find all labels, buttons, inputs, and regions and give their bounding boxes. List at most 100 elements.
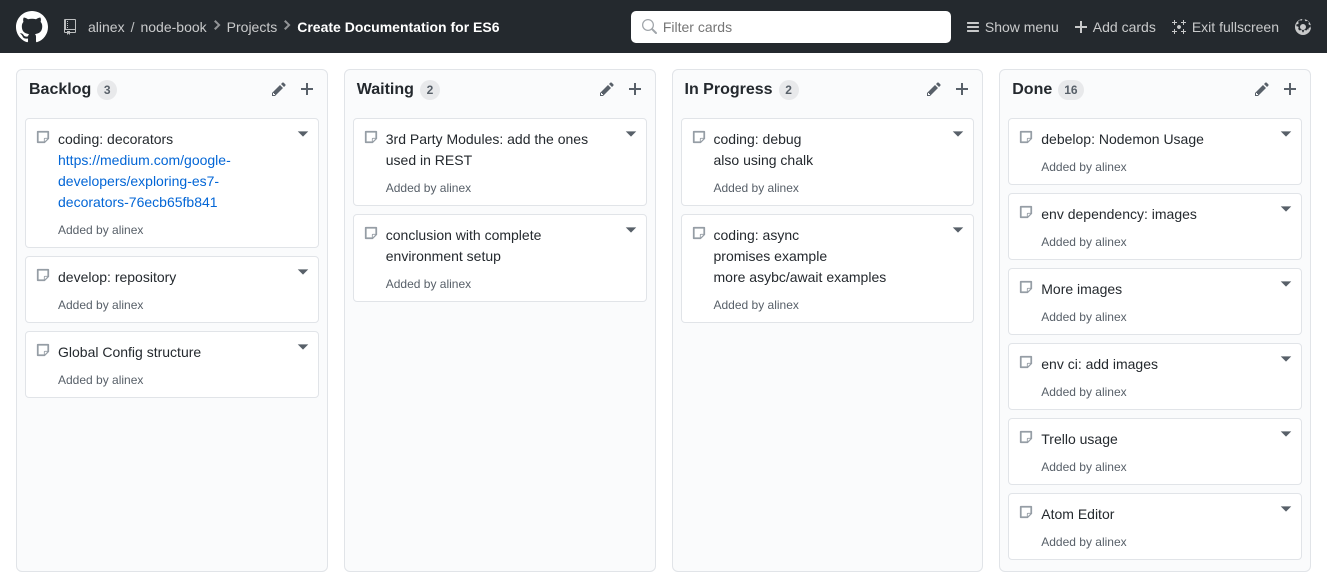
top-actions: Show menu Add cards Exit fullscreen — [967, 19, 1311, 35]
card-added-by-user[interactable]: alinex — [112, 298, 143, 312]
card-meta: Added by alinex — [386, 277, 616, 291]
show-menu-button[interactable]: Show menu — [967, 19, 1059, 35]
card-body: Global Config structure — [58, 342, 288, 363]
card[interactable]: Trello usage Added by alinex — [1008, 418, 1302, 485]
card-body: debelop: Nodemon Usage — [1041, 129, 1271, 150]
card-menu-button[interactable] — [1279, 127, 1293, 144]
add-card-button[interactable] — [627, 81, 643, 100]
card-meta: Added by alinex — [714, 181, 944, 195]
card-added-by-user[interactable]: alinex — [112, 373, 143, 387]
github-logo[interactable] — [16, 11, 48, 43]
note-icon — [1019, 355, 1033, 372]
note-icon — [1019, 505, 1033, 522]
card-menu-button[interactable] — [624, 127, 638, 144]
card-list: debelop: Nodemon UsageAdded by alinexenv… — [1000, 110, 1310, 568]
card-menu-button[interactable] — [296, 340, 310, 357]
card[interactable]: conclusion with complete environment set… — [353, 214, 647, 302]
note-icon — [36, 268, 50, 285]
note-icon — [364, 226, 378, 243]
repo-icon — [64, 19, 82, 35]
column-title: In Progress — [685, 81, 773, 99]
card-added-by-user[interactable]: alinex — [768, 181, 799, 195]
column-count-badge: 3 — [97, 80, 117, 100]
card[interactable]: env dependency: imagesAdded by alinex — [1008, 193, 1302, 260]
note-icon — [36, 343, 50, 360]
card-body: coding: decorators https://medium.com/go… — [58, 129, 288, 213]
add-cards-button[interactable]: Add cards — [1075, 19, 1156, 35]
card[interactable]: coding: decorators https://medium.com/go… — [25, 118, 319, 248]
chevron-right-icon — [283, 17, 291, 36]
card-list: coding: decorators https://medium.com/go… — [17, 110, 327, 406]
note-icon — [1019, 430, 1033, 447]
column-count-badge: 16 — [1058, 80, 1083, 100]
card-body: More images — [1041, 279, 1271, 300]
edit-column-button[interactable] — [599, 81, 615, 100]
column: In Progress2 coding: debug also using cha… — [672, 69, 984, 572]
card-menu-button[interactable] — [1279, 427, 1293, 444]
card-added-by-user[interactable]: alinex — [1095, 160, 1126, 174]
note-icon — [1019, 130, 1033, 147]
topbar: alinex / node-book Projects Create Docum… — [0, 0, 1327, 53]
card-added-by-user[interactable]: alinex — [768, 298, 799, 312]
note-icon — [692, 130, 706, 147]
card-added-by-user[interactable]: alinex — [440, 277, 471, 291]
card-body: coding: async promises example more asyb… — [714, 225, 944, 288]
card-body: Atom Editor — [1041, 504, 1271, 525]
note-icon — [1019, 280, 1033, 297]
card-menu-button[interactable] — [296, 265, 310, 282]
card[interactable]: coding: debug also using chalkAdded by a… — [681, 118, 975, 206]
card-added-by-user[interactable]: alinex — [1095, 385, 1126, 399]
card[interactable]: env ci: add imagesAdded by alinex — [1008, 343, 1302, 410]
card[interactable]: coding: async promises example more asyb… — [681, 214, 975, 323]
card-menu-button[interactable] — [951, 127, 965, 144]
card-added-by-user[interactable]: alinex — [1095, 235, 1126, 249]
add-card-button[interactable] — [299, 81, 315, 100]
card-menu-button[interactable] — [1279, 202, 1293, 219]
card-added-by-user[interactable]: alinex — [440, 181, 471, 195]
card-added-by-user[interactable]: alinex — [1095, 460, 1126, 474]
settings-button[interactable] — [1295, 19, 1311, 35]
card[interactable]: develop: repositoryAdded by alinex — [25, 256, 319, 323]
card-added-by-user[interactable]: alinex — [1095, 535, 1126, 549]
card-menu-button[interactable] — [1279, 277, 1293, 294]
card-meta: Added by alinex — [386, 181, 616, 195]
column-header: Backlog3 — [17, 70, 327, 110]
edit-column-button[interactable] — [926, 81, 942, 100]
card-link[interactable]: https://medium.com/google-developers/exp… — [58, 152, 231, 210]
card-meta: Added by alinex — [58, 223, 288, 237]
card[interactable]: Atom Editor Added by alinex — [1008, 493, 1302, 560]
card-added-by-user[interactable]: alinex — [112, 223, 143, 237]
search-input[interactable] — [631, 11, 951, 43]
card-menu-button[interactable] — [624, 223, 638, 240]
search-icon — [641, 19, 657, 35]
card-meta: Added by alinex — [1041, 460, 1271, 474]
project-board: Backlog3 coding: decorators https://mediu… — [0, 53, 1327, 588]
note-icon — [36, 130, 50, 147]
edit-column-button[interactable] — [1254, 81, 1270, 100]
edit-column-button[interactable] — [271, 81, 287, 100]
breadcrumb-projects[interactable]: Projects — [227, 19, 278, 35]
column: Waiting 2 3rd Party Modules: add the ones … — [344, 69, 656, 572]
card-body: env dependency: images — [1041, 204, 1271, 225]
card-added-by-user[interactable]: alinex — [1095, 310, 1126, 324]
column-header: Done16 — [1000, 70, 1310, 110]
column-count-badge: 2 — [420, 80, 440, 100]
column-header: In Progress2 — [673, 70, 983, 110]
breadcrumb-repo[interactable]: node-book — [140, 19, 206, 35]
card-body: Trello usage — [1041, 429, 1271, 450]
exit-fullscreen-button[interactable]: Exit fullscreen — [1172, 19, 1279, 35]
card-menu-button[interactable] — [1279, 502, 1293, 519]
card-meta: Added by alinex — [1041, 535, 1271, 549]
card-menu-button[interactable] — [296, 127, 310, 144]
column-title: Waiting — [357, 81, 414, 99]
card-menu-button[interactable] — [1279, 352, 1293, 369]
card[interactable]: More imagesAdded by alinex — [1008, 268, 1302, 335]
card[interactable]: 3rd Party Modules: add the ones used in … — [353, 118, 647, 206]
card[interactable]: Global Config structureAdded by alinex — [25, 331, 319, 398]
breadcrumb-owner[interactable]: alinex — [88, 19, 125, 35]
add-cards-label: Add cards — [1093, 19, 1156, 35]
add-card-button[interactable] — [1282, 81, 1298, 100]
add-card-button[interactable] — [954, 81, 970, 100]
card[interactable]: debelop: Nodemon UsageAdded by alinex — [1008, 118, 1302, 185]
card-menu-button[interactable] — [951, 223, 965, 240]
